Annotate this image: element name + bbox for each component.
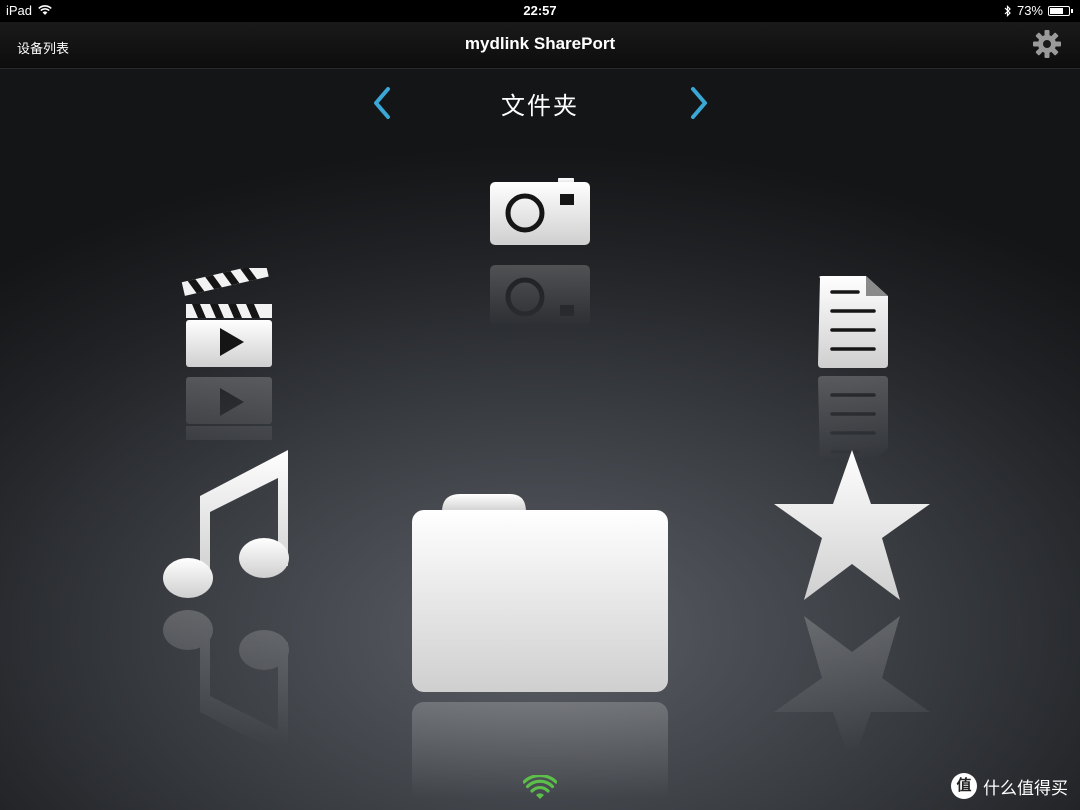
music-reflection bbox=[163, 610, 289, 758]
battery-fill bbox=[1050, 7, 1064, 14]
battery-icon bbox=[1048, 5, 1073, 16]
camera-icon[interactable] bbox=[488, 176, 592, 248]
watermark-logo: 值 bbox=[951, 773, 977, 799]
bluetooth-icon bbox=[1004, 4, 1011, 17]
camera-reflection bbox=[490, 265, 590, 332]
battery-percent: 73% bbox=[1016, 3, 1043, 18]
status-bar: iPad 22:57 73% bbox=[0, 0, 1080, 22]
category-title: 文件夹 bbox=[501, 93, 579, 120]
wifi-connection-icon bbox=[523, 775, 557, 799]
nav-bar: 设备列表 mydlink SharePort bbox=[0, 22, 1080, 69]
folder-icon[interactable] bbox=[410, 492, 670, 694]
video-clapperboard-icon[interactable] bbox=[180, 268, 276, 370]
star-icon[interactable] bbox=[770, 448, 934, 604]
watermark: 值 什么值得买 bbox=[951, 773, 1068, 799]
star-reflection bbox=[774, 616, 930, 766]
document-icon[interactable] bbox=[816, 274, 890, 370]
next-category-chevron-icon[interactable] bbox=[685, 85, 713, 121]
music-note-icon[interactable] bbox=[160, 446, 292, 602]
settings-gear-icon[interactable] bbox=[1032, 29, 1062, 59]
category-selector: 文件夹 bbox=[0, 82, 1080, 122]
watermark-text: 什么值得买 bbox=[983, 778, 1068, 798]
status-right: 73% bbox=[1004, 3, 1073, 18]
status-time: 22:57 bbox=[523, 3, 557, 18]
app-title: mydlink SharePort bbox=[464, 34, 616, 53]
